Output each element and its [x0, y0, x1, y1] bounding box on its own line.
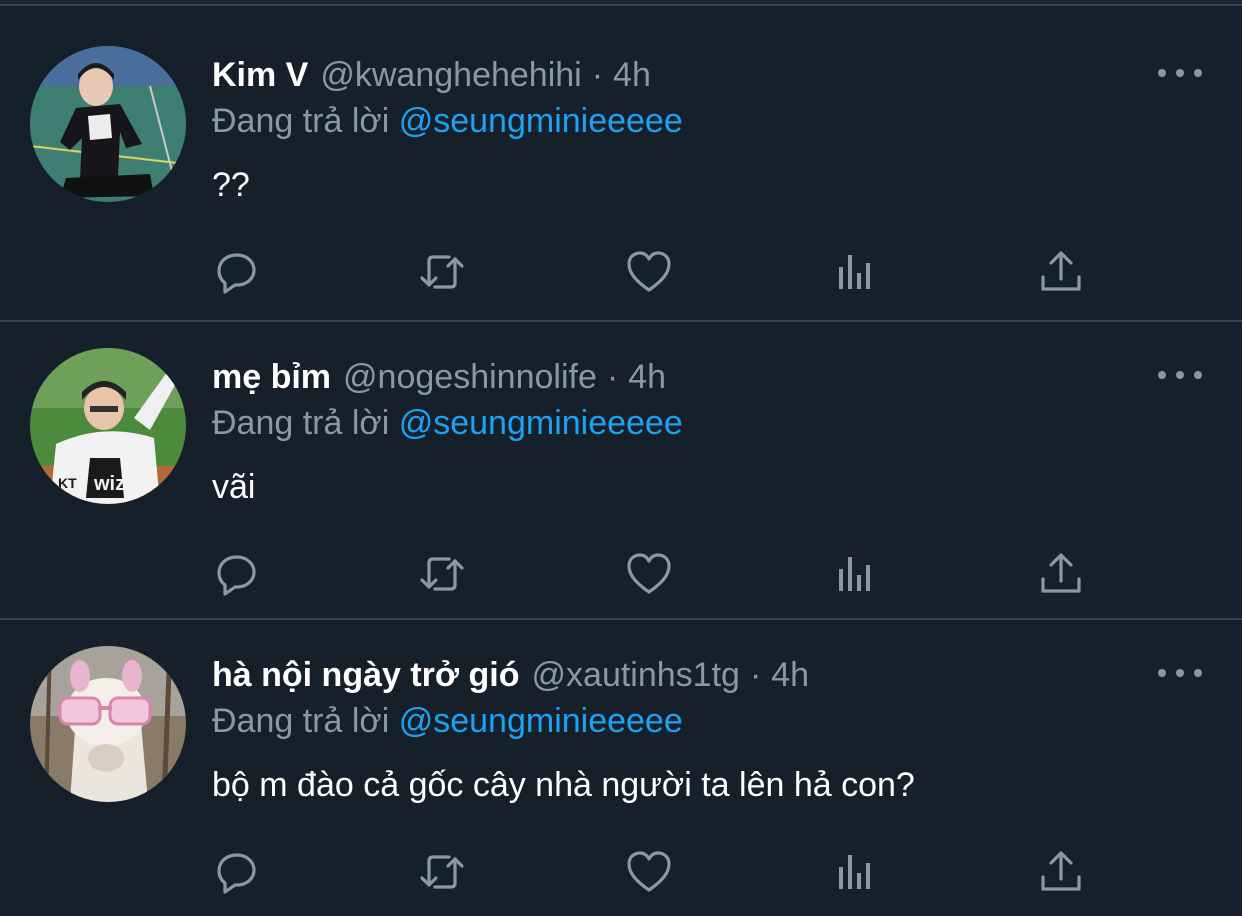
display-name[interactable]: mẹ bỉm	[212, 358, 331, 397]
share-icon	[1041, 553, 1081, 593]
more-options-icon[interactable]	[1158, 360, 1202, 390]
display-name[interactable]: Kim V	[212, 56, 308, 95]
replying-to: Đang trả lời @seungminieeeee	[212, 702, 683, 741]
username[interactable]: @nogeshinnolife	[343, 358, 597, 397]
tweet-text: ??	[212, 166, 250, 204]
avatar[interactable]: wiz KT	[30, 348, 186, 504]
replying-to: Đang trả lời @seungminieeeee	[212, 102, 683, 141]
analytics-icon	[839, 255, 870, 289]
analytics-button[interactable]	[828, 546, 884, 602]
retweet-icon	[420, 855, 464, 889]
reply-button[interactable]	[208, 546, 264, 602]
svg-text:wiz: wiz	[93, 473, 125, 495]
analytics-button[interactable]	[828, 244, 884, 300]
tweet-header: hà nội ngày trở gió @xautinhs1tg · 4h	[212, 650, 809, 700]
username[interactable]: @xautinhs1tg	[532, 656, 740, 695]
tweet-actions	[0, 844, 1242, 904]
mention-link[interactable]: @seungminieeeee	[399, 702, 683, 740]
mention-link[interactable]: @seungminieeeee	[399, 404, 683, 442]
replying-to-label: Đang trả lời	[212, 404, 390, 442]
share-button[interactable]	[1033, 244, 1089, 300]
separator: ·	[591, 55, 604, 94]
like-icon	[627, 553, 671, 594]
retweet-icon	[420, 255, 464, 289]
separator: ·	[749, 655, 762, 694]
analytics-button[interactable]	[828, 844, 884, 900]
tweet[interactable]: Kim V @kwanghehehihi · 4h Đang trả lời @…	[0, 20, 1242, 320]
more-options-icon[interactable]	[1158, 58, 1202, 88]
tweet[interactable]: wiz KT mẹ bỉm @nogeshinnolife · 4h Đang …	[0, 322, 1242, 618]
more-options-icon[interactable]	[1158, 658, 1202, 688]
separator: ·	[606, 357, 619, 396]
reply-button[interactable]	[208, 844, 264, 900]
tweet-text: bộ m đào cả gốc cây nhà người ta lên hả …	[212, 766, 915, 804]
top-divider	[0, 0, 1242, 6]
retweet-button[interactable]	[414, 546, 470, 602]
tweet-actions	[0, 546, 1242, 606]
timestamp[interactable]: 4h	[613, 56, 651, 95]
retweet-icon	[420, 557, 464, 591]
analytics-icon	[839, 557, 870, 591]
display-name[interactable]: hà nội ngày trở gió	[212, 656, 520, 695]
timestamp[interactable]: 4h	[628, 358, 666, 397]
replying-to-label: Đang trả lời	[212, 702, 390, 740]
like-button[interactable]	[621, 546, 677, 602]
analytics-icon	[839, 855, 870, 889]
like-icon	[627, 251, 671, 292]
reply-button[interactable]	[208, 244, 264, 300]
mention-link[interactable]: @seungminieeeee	[399, 102, 683, 140]
like-button[interactable]	[621, 244, 677, 300]
avatar[interactable]	[30, 646, 186, 802]
share-button[interactable]	[1033, 844, 1089, 900]
tweet-text: vãi	[212, 468, 256, 506]
share-button[interactable]	[1033, 546, 1089, 602]
reply-icon	[217, 555, 256, 596]
reply-icon	[217, 853, 256, 894]
like-icon	[627, 851, 671, 892]
tweet[interactable]: hà nội ngày trở gió @xautinhs1tg · 4h Đa…	[0, 620, 1242, 916]
replying-to: Đang trả lời @seungminieeeee	[212, 404, 683, 443]
timestamp[interactable]: 4h	[771, 656, 809, 695]
tweet-header: Kim V @kwanghehehihi · 4h	[212, 50, 651, 100]
svg-text:KT: KT	[58, 475, 77, 491]
like-button[interactable]	[621, 844, 677, 900]
retweet-button[interactable]	[414, 844, 470, 900]
share-icon	[1041, 251, 1081, 291]
avatar[interactable]	[30, 46, 186, 202]
tweet-header: mẹ bỉm @nogeshinnolife · 4h	[212, 352, 666, 402]
retweet-button[interactable]	[414, 244, 470, 300]
replying-to-label: Đang trả lời	[212, 102, 390, 140]
tweet-actions	[0, 244, 1242, 304]
username[interactable]: @kwanghehehihi	[320, 56, 581, 95]
share-icon	[1041, 851, 1081, 891]
reply-icon	[217, 253, 256, 294]
